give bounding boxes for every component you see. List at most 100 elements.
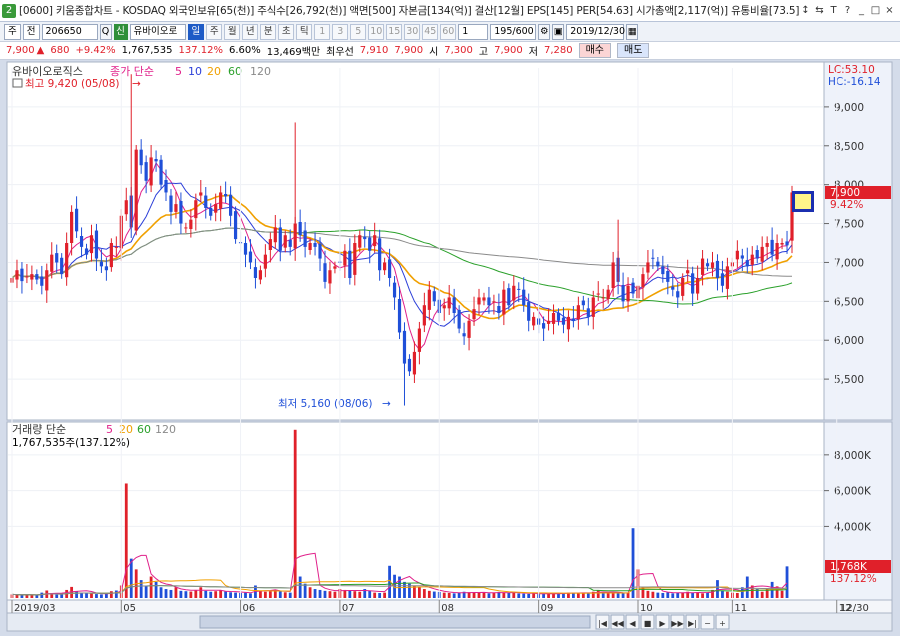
candle-body (765, 243, 769, 247)
candle-body (745, 260, 749, 267)
low-label: 저 (528, 47, 538, 58)
help-icon[interactable]: ? (841, 3, 854, 18)
volume-bar (651, 591, 655, 598)
high-price: 7,900 (494, 45, 523, 56)
candle-body (258, 270, 263, 280)
candle-body (30, 274, 34, 280)
minute-option-30[interactable]: 30 (404, 23, 421, 40)
grid-toggle-icon[interactable] (12, 78, 23, 88)
best-bid-label: 최우선 (326, 47, 354, 58)
volume-bar (234, 592, 237, 598)
lc-value: LC:53.10 (828, 64, 875, 76)
candle-body (432, 291, 436, 302)
minute-option-5[interactable]: 5 (350, 23, 367, 40)
candle-body (209, 208, 213, 216)
minute-option-3[interactable]: 3 (332, 23, 349, 40)
minute-option-15[interactable]: 15 (386, 23, 403, 40)
chart-area[interactable]: 유바이오로직스 종가 단순 5 10 20 60 120 최고 9,420 (0… (0, 60, 900, 633)
period-second-tab[interactable]: 초 (278, 23, 295, 40)
candle-body (407, 358, 412, 372)
sell-button[interactable]: 매도 (617, 43, 650, 58)
candle-body (184, 227, 188, 229)
search-icon[interactable]: Q (99, 23, 112, 40)
period-day-tab[interactable]: 일 (187, 23, 205, 40)
open-price: 7,300 (444, 45, 473, 56)
x-tick-label: 08 (441, 603, 454, 614)
volume-bar (15, 594, 19, 598)
nav-button-label: ▶ (659, 619, 666, 628)
volume-bar (681, 592, 685, 598)
candle-body (288, 239, 292, 247)
date-field[interactable]: 2019/12/30 (566, 23, 625, 40)
candle-body (671, 286, 675, 290)
candle-body (194, 200, 198, 219)
candle-body (576, 305, 580, 320)
maximize-button[interactable]: □ (869, 3, 882, 18)
chart-toolbar: 주 전 206650 Q 신 유바이오로 일 주 월 년 분 초 틱 1 3 5… (0, 22, 900, 42)
candle-body (710, 262, 715, 268)
candle-body (502, 289, 506, 315)
minute-option-45[interactable]: 45 (422, 23, 439, 40)
vol-ma-5-label: 5 (106, 423, 113, 436)
candle-body (70, 211, 74, 243)
candle-body (611, 262, 615, 289)
volume-bar (606, 592, 610, 598)
ma-label: 종가 단순 (110, 65, 154, 78)
volume-bar (422, 589, 426, 598)
volume-bar (268, 591, 272, 598)
count-field[interactable]: 195/600 (490, 23, 537, 40)
high-arrow-icon: → (132, 78, 141, 90)
volume-bar (169, 589, 173, 598)
save-icon[interactable]: ▣ (552, 23, 565, 40)
chart-scrollbar[interactable] (199, 615, 591, 629)
period-week-tab[interactable]: 주 (206, 23, 223, 40)
calendar-icon[interactable]: ▦ (626, 23, 639, 40)
candle-body (169, 195, 173, 212)
stock-code-input[interactable]: 206650 (41, 23, 98, 40)
candle-body (402, 330, 407, 364)
candle-body (452, 297, 456, 313)
volume-bar (716, 580, 719, 598)
text-icon[interactable]: T (827, 3, 840, 18)
minute-option-1[interactable]: 1 (314, 23, 331, 40)
candle-body (487, 297, 491, 306)
candle-body (472, 309, 476, 320)
volume-bar (348, 590, 352, 598)
period-tick-tab[interactable]: 틱 (296, 23, 313, 40)
candle-body (740, 255, 744, 259)
volume-bar (144, 585, 148, 598)
chart-type-select[interactable]: 주 (4, 23, 21, 40)
close-button[interactable]: × (883, 3, 896, 18)
minute-option-60[interactable]: 60 (440, 23, 457, 40)
candle-body (566, 316, 571, 330)
hc-value: HC:-16.14 (828, 76, 881, 88)
x-tick-label: 07 (342, 603, 355, 614)
nav-button-label: − (704, 619, 711, 628)
minute-option-10[interactable]: 10 (368, 23, 385, 40)
volume-bar (149, 576, 153, 598)
range-select[interactable]: 전 (22, 23, 40, 40)
candle-body (55, 253, 59, 263)
candle-body (482, 297, 486, 301)
volume-bar (646, 590, 650, 598)
minimize-button[interactable]: _ (855, 3, 868, 18)
nav-button-label: ▶▶ (671, 619, 684, 628)
stock-name-field[interactable]: 유바이오로 (129, 23, 186, 40)
settings-icon[interactable]: ⚙ (538, 23, 551, 40)
candle-body (15, 270, 19, 280)
resize-horizontal-icon[interactable]: ⇆ (813, 3, 826, 18)
minute-select[interactable]: 1 (458, 23, 489, 40)
period-month-tab[interactable]: 월 (224, 23, 241, 40)
candle-body (104, 266, 108, 271)
resize-vertical-icon[interactable]: ↕ (799, 3, 812, 18)
period-year-tab[interactable]: 년 (242, 23, 259, 40)
ma-5-label: 5 (175, 65, 182, 78)
period-minute-tab[interactable]: 분 (260, 23, 277, 40)
x-tick-label: 05 (123, 603, 136, 614)
candle-body (497, 306, 501, 313)
volume-bar (249, 593, 252, 598)
volume-bar (35, 595, 39, 598)
current-price: 7,900 (6, 45, 35, 56)
title-bar: 2 [0600] 키움종합차트 - KOSDAQ 외국인보유[65(천)] 주식… (0, 0, 900, 22)
buy-button[interactable]: 매수 (578, 43, 611, 58)
